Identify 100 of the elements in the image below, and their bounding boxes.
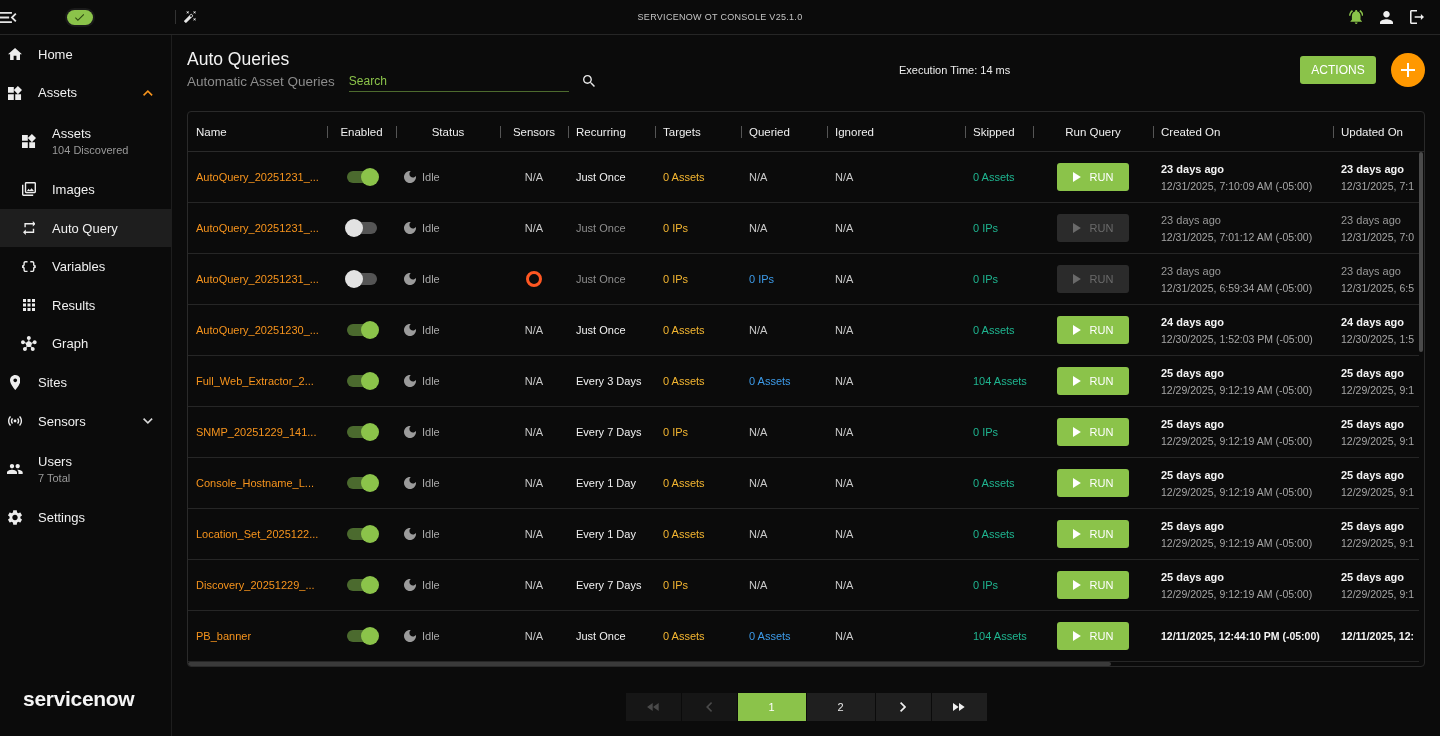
nav-item[interactable]: Assets 104 Discovered [0,112,171,171]
column-header[interactable]: Skipped [973,125,1015,138]
status-toggle[interactable] [66,9,93,25]
nav-item[interactable]: Assets [0,73,171,113]
plus-icon [1401,63,1415,77]
chevron-up-icon[interactable] [143,89,153,96]
skipped-link[interactable]: 0 IPs [973,426,999,438]
nav-item[interactable]: Settings [0,498,171,537]
moon-icon [404,375,416,387]
timestamp: 12/31/2025, 6:5 [1341,281,1414,294]
query-name-link[interactable]: PB_banner [196,630,252,642]
nav-item[interactable]: Results [0,285,171,325]
targets-link[interactable]: 0 Assets [663,528,705,540]
skipped-link[interactable]: 0 Assets [973,528,1015,540]
timestamp: 12/29/2025, 9:1 [1341,536,1414,549]
enabled-toggle[interactable] [344,218,379,238]
bell-icon[interactable] [1348,10,1363,24]
query-name-link[interactable]: AutoQuery_20251230_... [196,324,319,336]
relative-time: 25 days ago [1161,366,1225,379]
column-header[interactable]: Updated On [1341,125,1403,138]
play-icon [1072,631,1081,641]
chevron-down-icon[interactable] [143,418,153,425]
relative-time: 25 days ago [1341,570,1405,583]
search-field[interactable]: Search [348,70,569,92]
nav-item[interactable]: Sites [0,363,171,402]
column-header[interactable]: Enabled [340,125,383,138]
skipped-link[interactable]: 0 IPs [973,273,999,285]
sensors-text: N/A [524,426,544,438]
ignored-text: N/A [835,324,854,336]
timestamp: 12/31/2025, 7:10:09 AM (-05:00) [1161,179,1313,192]
page-button[interactable]: 2 [806,693,875,721]
column-header[interactable]: Run Query [1065,125,1121,138]
query-name-link[interactable]: SNMP_20251229_141... [196,426,317,438]
column-header[interactable]: Recurring [576,125,626,138]
column-header[interactable]: Created On [1161,125,1221,138]
vertical-scrollbar[interactable] [1419,152,1423,352]
skipped-link[interactable]: 104 Assets [973,630,1027,642]
query-name-link[interactable]: Discovery_20251229_... [196,579,315,591]
graph-nodes-icon [21,336,37,352]
column-header[interactable]: Sensors [512,125,556,138]
horizontal-scrollbar[interactable] [188,662,1111,666]
query-name-link[interactable]: Location_Set_2025122... [196,528,319,540]
targets-link[interactable]: 0 IPs [663,426,689,438]
column-header[interactable]: Queried [749,125,790,138]
ignored-text: N/A [835,375,854,387]
query-name-link[interactable]: AutoQuery_20251231_... [196,171,319,183]
nav-item[interactable]: Home [0,35,171,74]
targets-link[interactable]: 0 Assets [663,630,705,642]
queried-text: N/A [749,222,768,234]
user-icon[interactable] [1380,10,1393,24]
skipped-link[interactable]: 0 IPs [973,579,999,591]
targets-link[interactable]: 0 IPs [663,273,689,285]
radio-waves-icon [7,416,23,427]
status-text: Idle [422,273,440,285]
last-page-button[interactable] [931,693,987,721]
targets-link[interactable]: 0 IPs [663,579,689,591]
status-text: Idle [422,426,440,438]
targets-link[interactable]: 0 Assets [663,477,705,489]
skipped-link[interactable]: 104 Assets [973,375,1027,387]
timestamp: 12/29/2025, 9:12:19 AM (-05:00) [1161,587,1313,600]
targets-link[interactable]: 0 Assets [663,324,705,336]
query-name-link[interactable]: AutoQuery_20251231_... [196,273,319,285]
nav-item[interactable]: Sensors [0,401,171,441]
timestamp: 12/29/2025, 9:1 [1341,485,1414,498]
add-button[interactable] [1391,53,1425,87]
nav-item[interactable]: Auto Query [0,208,171,248]
queried-link[interactable]: 0 Assets [749,630,791,642]
column-header[interactable]: Targets [663,125,701,138]
status-text: Idle [422,477,440,489]
map-pin-icon [9,374,21,390]
skipped-link[interactable]: 0 Assets [973,477,1015,489]
query-name-link[interactable]: AutoQuery_20251231_... [196,222,319,234]
column-header[interactable]: Status [431,125,465,138]
enabled-toggle[interactable] [344,269,379,289]
skipped-link[interactable]: 0 Assets [973,324,1015,336]
nav-item[interactable]: Users 7 Total [0,440,171,499]
targets-link[interactable]: 0 IPs [663,222,689,234]
nav-item[interactable]: Graph [0,324,171,364]
logout-icon[interactable] [1410,10,1424,24]
targets-link[interactable]: 0 Assets [663,375,705,387]
column-header[interactable]: Name [196,125,227,138]
sensors-text: N/A [524,630,544,642]
nav-item[interactable]: Variables [0,247,171,286]
query-name-link[interactable]: Full_Web_Extractor_2... [196,375,314,387]
nav-item[interactable]: Images [0,170,171,209]
skipped-link[interactable]: 0 IPs [973,222,999,234]
moon-icon [404,222,416,234]
column-header[interactable]: Ignored [835,125,874,138]
people-icon [7,464,23,475]
skipped-link[interactable]: 0 Assets [973,171,1015,183]
relative-time: 24 days ago [1161,315,1225,328]
collapse-menu-icon[interactable] [0,11,17,23]
search-icon[interactable] [582,75,595,87]
relative-time: 25 days ago [1161,519,1225,532]
queried-link[interactable]: 0 Assets [749,375,791,387]
recurrence-text: Every 1 Day [576,528,636,540]
query-name-link[interactable]: Console_Hostname_L... [196,477,314,489]
targets-link[interactable]: 0 Assets [663,171,705,183]
magic-wand-icon[interactable] [183,11,196,23]
queried-link[interactable]: 0 IPs [749,273,775,285]
